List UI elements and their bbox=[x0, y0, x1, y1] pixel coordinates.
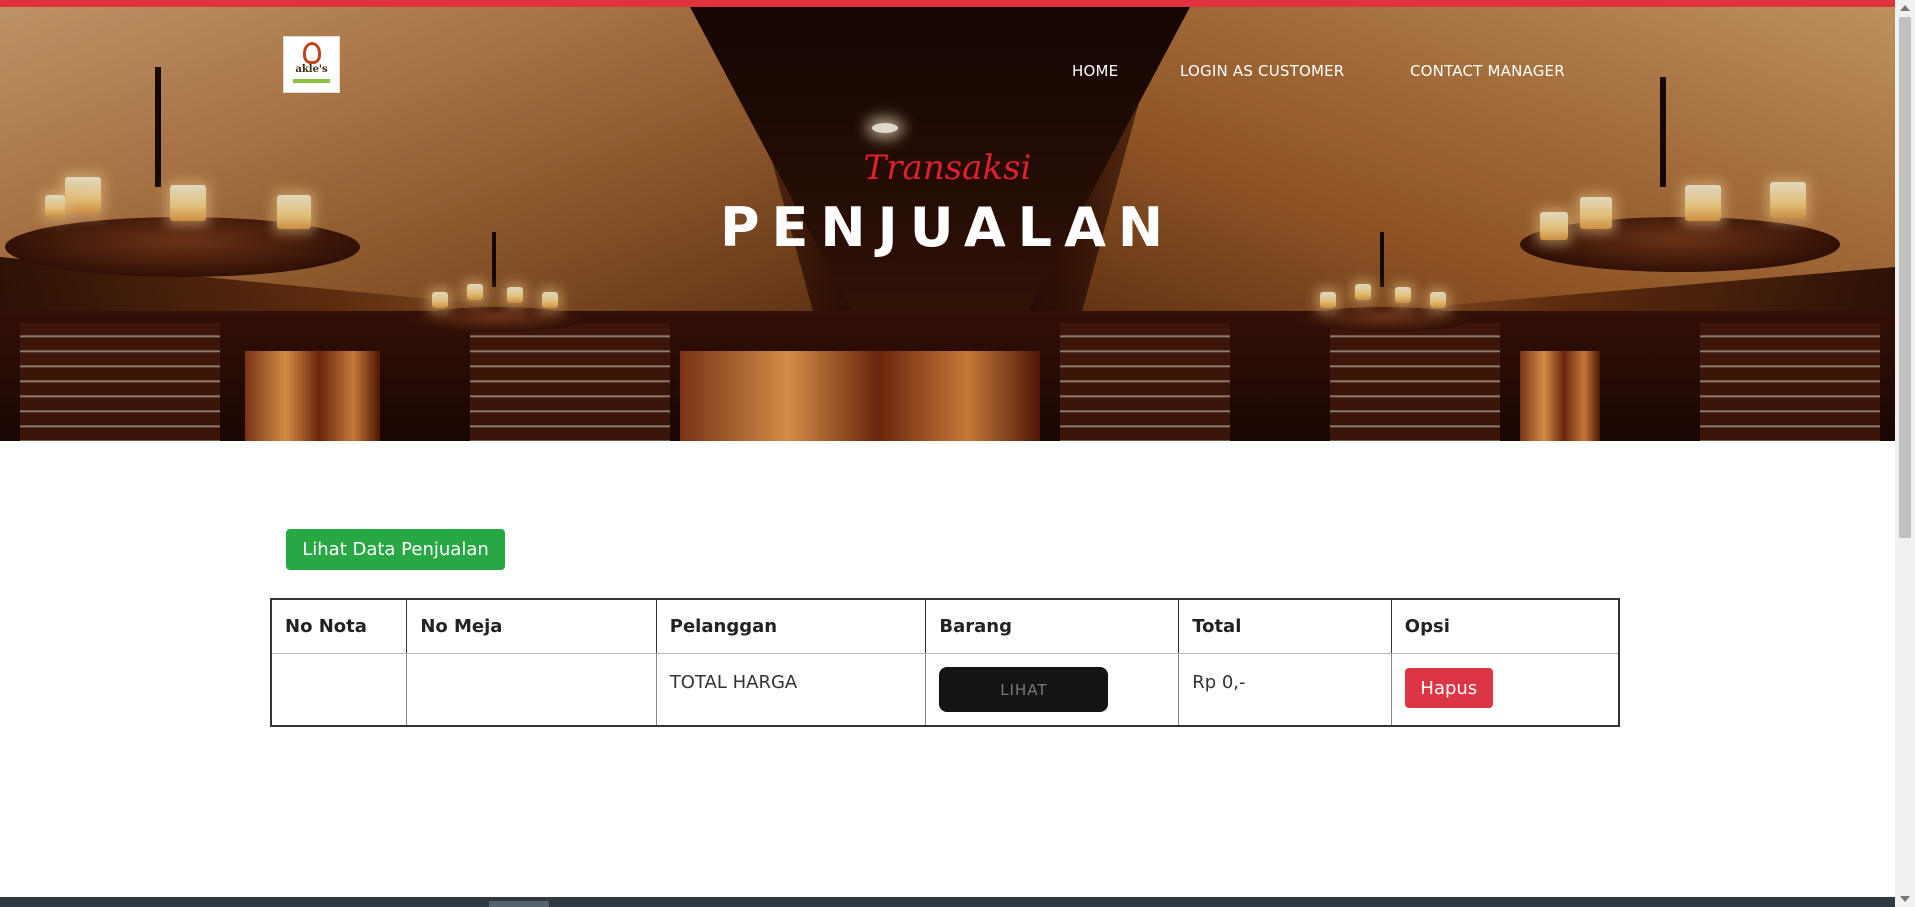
scroll-up-icon[interactable] bbox=[1900, 5, 1910, 11]
cell-pelanggan: TOTAL HARGA bbox=[655, 653, 927, 726]
table-row: TOTAL HARGA LIHAT Rp 0,- Hapus bbox=[270, 653, 1620, 726]
logo-text: akle's bbox=[295, 64, 328, 75]
header-no-nota: No Nota bbox=[270, 598, 408, 654]
delete-button[interactable]: Hapus bbox=[1404, 668, 1493, 708]
hero-subtitle: Transaksi bbox=[863, 148, 1032, 188]
scroll-down-icon[interactable] bbox=[1900, 896, 1910, 902]
cell-no-meja bbox=[406, 653, 657, 726]
vertical-scrollbar[interactable] bbox=[1895, 0, 1915, 907]
table-header-row: No Nota No Meja Pelanggan Barang Total O… bbox=[270, 598, 1620, 654]
top-accent-bar bbox=[0, 0, 1895, 7]
brand-logo[interactable]: akle's bbox=[283, 36, 340, 93]
page-title: PENJUALAN bbox=[719, 196, 1176, 259]
total-harga-label: TOTAL HARGA bbox=[669, 672, 798, 693]
header-no-meja: No Meja bbox=[406, 598, 657, 654]
cell-opsi: Hapus bbox=[1390, 653, 1620, 726]
view-sales-button[interactable]: Lihat Data Penjualan bbox=[286, 529, 505, 570]
total-value: Rp 0,- bbox=[1192, 672, 1246, 693]
view-items-button[interactable]: LIHAT bbox=[939, 667, 1109, 712]
cell-barang: LIHAT bbox=[925, 653, 1180, 726]
header-pelanggan: Pelanggan bbox=[655, 598, 927, 654]
header-barang: Barang bbox=[925, 598, 1180, 654]
footer-tab bbox=[489, 901, 549, 907]
flame-icon bbox=[303, 42, 321, 64]
header-total: Total bbox=[1178, 598, 1392, 654]
cell-total: Rp 0,- bbox=[1178, 653, 1392, 726]
nav-login-customer[interactable]: LOGIN AS CUSTOMER bbox=[1180, 62, 1344, 80]
cell-no-nota bbox=[270, 653, 408, 726]
sales-table: No Nota No Meja Pelanggan Barang Total O… bbox=[270, 598, 1620, 727]
header-opsi: Opsi bbox=[1390, 598, 1620, 654]
scrollbar-thumb[interactable] bbox=[1899, 17, 1911, 538]
footer-bar bbox=[0, 897, 1895, 907]
logo-bar bbox=[293, 79, 330, 83]
nav-home[interactable]: HOME bbox=[1072, 62, 1118, 80]
nav-contact-manager[interactable]: CONTACT MANAGER bbox=[1410, 62, 1565, 80]
